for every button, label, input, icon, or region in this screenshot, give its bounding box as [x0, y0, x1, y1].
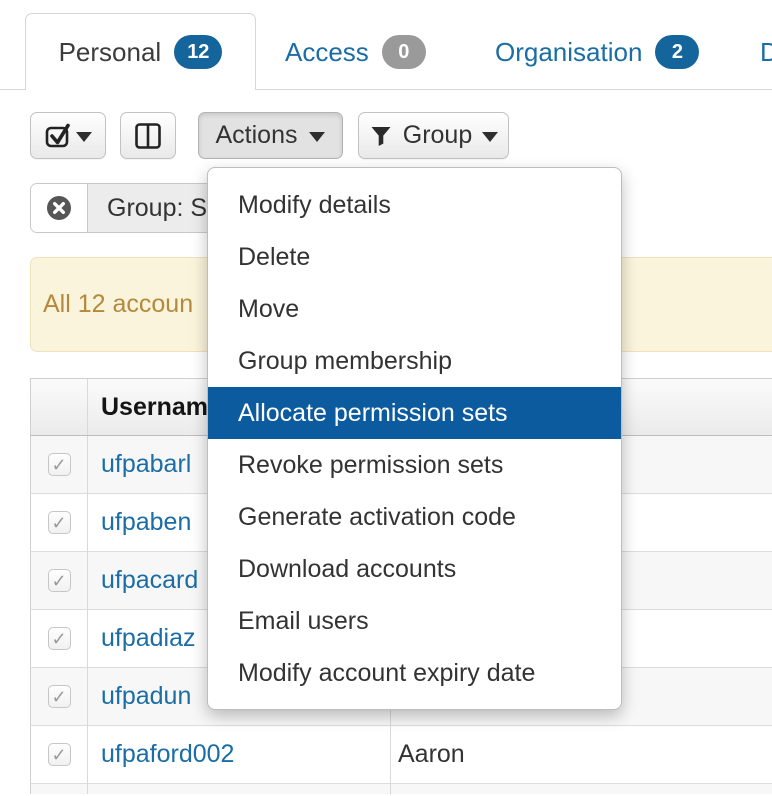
tab-access-count-badge: 0	[382, 35, 426, 69]
toggle-columns-button[interactable]	[120, 112, 176, 159]
menu-item-modify-details[interactable]: Modify details	[208, 179, 621, 231]
row-checkbox-checked[interactable]	[48, 569, 71, 592]
menu-item-email-users[interactable]: Email users	[208, 595, 621, 647]
row-checkbox-checked[interactable]	[48, 743, 71, 766]
username-link[interactable]: ufpabarl	[101, 450, 191, 479]
actions-button-label: Actions	[216, 121, 298, 150]
tab-clipped-label: D	[760, 37, 772, 68]
group-button-label: Group	[403, 121, 472, 150]
menu-item-generate-activation-code[interactable]: Generate activation code	[208, 491, 621, 543]
header-checkbox-cell	[31, 379, 88, 435]
tab-personal[interactable]: Personal 12	[25, 13, 256, 90]
select-all-dropdown-button[interactable]	[30, 112, 106, 159]
columns-icon	[134, 122, 162, 150]
table-row: ufpaford002 Aaron	[30, 726, 772, 784]
chevron-down-icon	[482, 132, 498, 142]
chevron-down-icon	[76, 132, 92, 142]
tab-clipped-right[interactable]: D	[760, 30, 772, 74]
menu-item-delete[interactable]: Delete	[208, 231, 621, 283]
row-checkbox-checked[interactable]	[48, 511, 71, 534]
row-checkbox-checked[interactable]	[48, 685, 71, 708]
username-link[interactable]: ufpaford002	[101, 740, 234, 769]
username-link[interactable]: ufpacard	[101, 566, 198, 595]
tab-organisation-count-badge: 2	[655, 35, 699, 69]
username-link[interactable]: ufpadiaz	[101, 624, 196, 653]
group-filter-button[interactable]: Group	[358, 112, 509, 159]
tab-access-label: Access	[285, 37, 369, 68]
menu-item-allocate-permission-sets[interactable]: Allocate permission sets	[208, 387, 621, 439]
checkbox-check-icon	[44, 121, 76, 151]
circle-x-icon	[45, 194, 73, 222]
remove-filter-button[interactable]	[31, 184, 88, 232]
menu-item-group-membership[interactable]: Group membership	[208, 335, 621, 387]
tab-personal-label: Personal	[59, 37, 162, 68]
chevron-down-icon	[309, 132, 325, 142]
filter-funnel-icon	[369, 124, 393, 148]
table-row-partial	[30, 784, 772, 794]
username-column-header: Username	[101, 393, 222, 422]
row-checkbox-checked[interactable]	[48, 627, 71, 650]
row-checkbox-checked[interactable]	[48, 453, 71, 476]
menu-item-move[interactable]: Move	[208, 283, 621, 335]
username-link[interactable]: ufpaben	[101, 508, 191, 537]
actions-dropdown-menu: Modify details Delete Move Group members…	[207, 167, 622, 710]
actions-dropdown-button[interactable]: Actions	[198, 112, 343, 159]
tab-organisation[interactable]: Organisation 2	[495, 30, 699, 74]
tab-access[interactable]: Access 0	[285, 30, 426, 74]
tab-personal-count-badge: 12	[174, 35, 222, 69]
menu-item-download-accounts[interactable]: Download accounts	[208, 543, 621, 595]
first-name-cell: Aaron	[398, 740, 465, 769]
selection-alert-text: All 12 accoun	[43, 290, 193, 319]
menu-item-modify-account-expiry-date[interactable]: Modify account expiry date	[208, 647, 621, 699]
username-link[interactable]: ufpadun	[101, 682, 191, 711]
tab-organisation-label: Organisation	[495, 37, 642, 68]
menu-item-revoke-permission-sets[interactable]: Revoke permission sets	[208, 439, 621, 491]
